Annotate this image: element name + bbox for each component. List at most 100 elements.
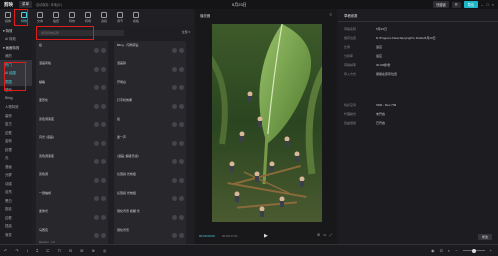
favorite-icon[interactable]	[172, 103, 177, 109]
tab-7[interactable]: 调节	[112, 9, 128, 26]
nav-item[interactable]: 金粉	[0, 137, 32, 146]
timeline-tool-icon[interactable]: ↷	[15, 248, 18, 253]
effect-card[interactable]: 一键抽帧	[36, 189, 108, 208]
effect-card[interactable]: 马赛克 Random · 1.8	[36, 226, 108, 245]
download-icon[interactable]	[101, 85, 106, 90]
zoom-slider[interactable]	[462, 248, 485, 253]
video-frame[interactable]	[212, 24, 322, 222]
effect-card[interactable]: Bling · 闪烁碎钻	[114, 41, 186, 60]
effect-card[interactable]: 变形化	[36, 96, 108, 116]
minimize-icon[interactable]: –	[481, 2, 483, 7]
nav-item[interactable]: 复古	[0, 120, 32, 129]
effect-card[interactable]: 迷一声	[114, 133, 186, 153]
filter-dropdown[interactable]: 全部 ▾	[182, 30, 190, 34]
nav-item[interactable]: 投影	[0, 205, 32, 214]
download-icon[interactable]	[179, 177, 184, 183]
zoom-out-icon[interactable]: −	[455, 248, 457, 253]
download-icon[interactable]	[101, 233, 106, 238]
effect-card[interactable]: 摇	[36, 41, 108, 60]
tab-4[interactable]: 特效	[64, 9, 80, 26]
microphone-icon[interactable]: ◉	[431, 248, 435, 253]
nav-item[interactable]: ▾ 画面特效	[0, 43, 32, 52]
effect-card[interactable]: 摇	[114, 115, 186, 134]
preview-axis-icon[interactable]: ◐	[448, 248, 450, 253]
effect-card[interactable]: 迷你光	[36, 207, 108, 227]
tab-3[interactable]: 贴纸	[48, 9, 64, 26]
timeline-tool-icon[interactable]: ◎	[103, 248, 107, 253]
nav-item[interactable]: 漫画	[0, 162, 32, 171]
effect-card[interactable]: 打字机效果	[114, 96, 186, 116]
close-icon[interactable]: ×	[492, 2, 494, 7]
nav-item[interactable]: Bling	[0, 94, 32, 103]
download-icon[interactable]	[101, 122, 106, 127]
favorite-icon[interactable]	[94, 66, 99, 72]
favorite-icon[interactable]	[94, 140, 99, 146]
nav-item[interactable]: 我的	[0, 52, 32, 61]
favorite-icon[interactable]	[172, 159, 177, 164]
nav-item[interactable]: 装饰	[0, 111, 32, 120]
export-button[interactable]: 导出	[463, 1, 478, 8]
tab-6[interactable]: 滤镜	[96, 9, 112, 26]
nav-item[interactable]: 动感	[0, 179, 32, 188]
download-icon[interactable]	[101, 66, 106, 72]
favorite-icon[interactable]	[172, 233, 177, 238]
timeline-tool-icon[interactable]: ⊟	[69, 248, 72, 253]
favorite-icon[interactable]	[94, 214, 99, 220]
more-icon[interactable]: ≡	[330, 12, 332, 17]
nav-item[interactable]: 自然	[0, 188, 32, 197]
nav-item[interactable]: 纹理	[0, 145, 32, 154]
nav-item[interactable]: 边框	[0, 213, 32, 222]
timeline-tool-icon[interactable]: ⊕	[91, 248, 94, 253]
favorite-icon[interactable]	[94, 159, 99, 164]
download-icon[interactable]	[179, 122, 184, 127]
download-icon[interactable]	[179, 214, 184, 220]
download-icon[interactable]	[101, 159, 106, 164]
zoom-slider-knob[interactable]	[471, 248, 476, 253]
favorite-icon[interactable]	[172, 140, 177, 146]
download-icon[interactable]	[101, 196, 106, 201]
favorite-icon[interactable]	[94, 177, 99, 183]
download-icon[interactable]	[179, 66, 184, 72]
effect-card[interactable]: 弱化背景 模糊 光	[114, 207, 186, 227]
tab-2[interactable]: 文本	[32, 9, 48, 26]
effect-card[interactable]: 弱化背景	[114, 226, 186, 245]
favorite-icon[interactable]	[94, 196, 99, 201]
download-icon[interactable]	[101, 103, 106, 109]
timeline-tool-icon[interactable]: ⊞	[80, 248, 83, 253]
tab-8[interactable]: 模板	[128, 9, 144, 26]
nav-item[interactable]: 扭曲	[0, 222, 32, 231]
favorite-icon[interactable]	[94, 122, 99, 127]
timeline-tool-icon[interactable]: ⌶	[36, 248, 38, 253]
fullscreen-icon[interactable]: ⤢	[329, 233, 332, 237]
favorite-icon[interactable]	[172, 214, 177, 220]
nav-item[interactable]: 分屏	[0, 171, 32, 180]
effect-card[interactable]: 闪光 (漫画)	[36, 133, 108, 153]
download-icon[interactable]	[179, 48, 184, 53]
edit-button[interactable]: 修改	[477, 234, 492, 240]
layout-button[interactable]: ☰	[451, 1, 461, 8]
effect-card[interactable]: 双色调	[36, 170, 108, 190]
nav-item[interactable]: 渐变	[0, 230, 32, 239]
nav-item[interactable]: 边框	[0, 128, 32, 137]
effect-card[interactable]: 双色调渐变	[36, 152, 108, 171]
effect-card[interactable]: 漫画铁	[114, 59, 186, 79]
shortcut-button[interactable]: 快捷键	[433, 1, 449, 8]
nav-item[interactable]: 光	[0, 154, 32, 163]
favorite-icon[interactable]	[172, 85, 177, 90]
nav-item[interactable]: 人物特效	[0, 103, 32, 112]
timeline-tool-icon[interactable]: I	[27, 248, 28, 253]
effect-card[interactable]: 漫画风格	[36, 59, 108, 79]
fit-icon[interactable]: ⊞	[317, 233, 320, 237]
favorite-icon[interactable]	[172, 48, 177, 53]
zoom-in-icon[interactable]: +	[490, 248, 492, 253]
nav-item[interactable]: 黑白	[0, 196, 32, 205]
play-icon[interactable]: ▶	[264, 233, 268, 239]
nav-item[interactable]: AI 特效	[0, 35, 32, 44]
maximize-icon[interactable]: □	[486, 2, 488, 7]
download-icon[interactable]	[101, 48, 106, 53]
nav-item[interactable]: ▾ 特效	[0, 26, 32, 35]
favorite-icon[interactable]	[172, 177, 177, 183]
effect-card[interactable]: (漫画, 超级灵感)	[114, 152, 186, 171]
effect-card[interactable]: 氛围感 光效组	[114, 189, 186, 208]
ratio-icon[interactable]: ▭	[323, 233, 326, 237]
